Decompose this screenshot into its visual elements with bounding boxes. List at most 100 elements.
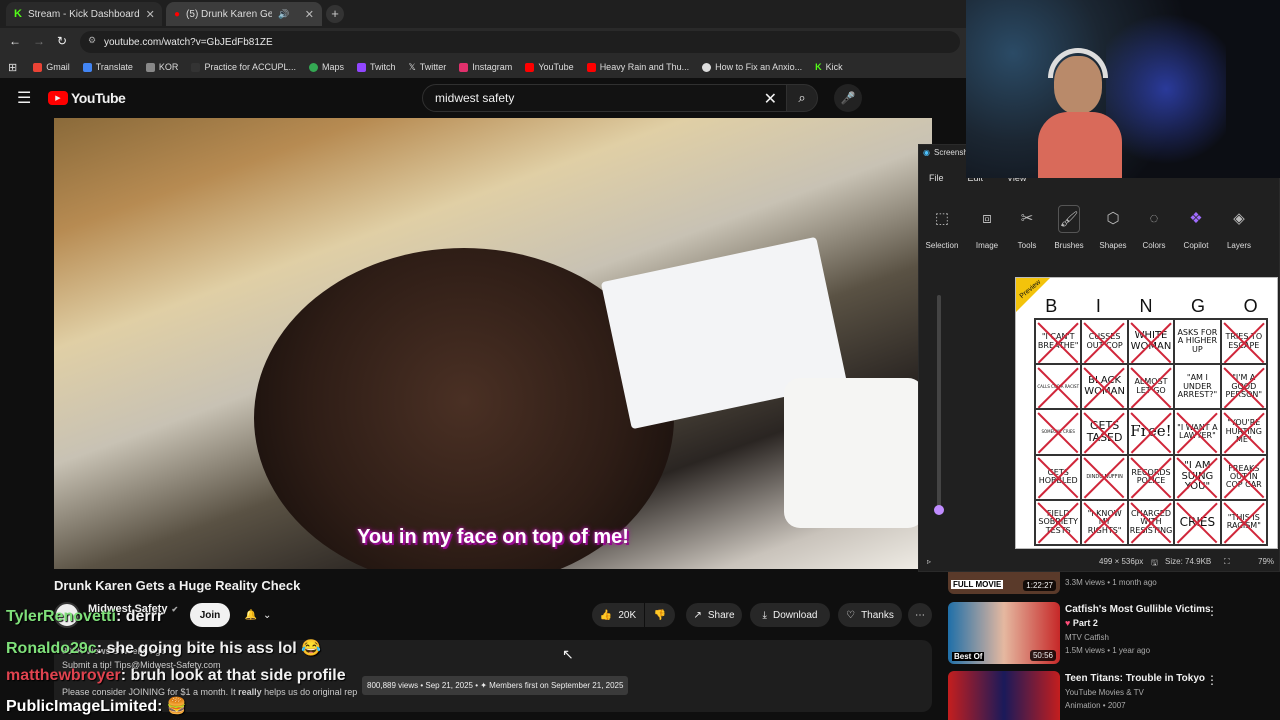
bingo-letter: O (1243, 296, 1258, 316)
palette-icon: ◌ (1149, 210, 1159, 227)
video-caption: You in my face on top of me! (357, 526, 629, 548)
mic-icon: 🎤 (840, 91, 856, 105)
video-thumbnail[interactable] (948, 671, 1060, 720)
tool-colors[interactable]: ◌ Colors (1132, 205, 1176, 250)
thumbs-up-icon: 👍 (599, 609, 613, 621)
search-icon: ⌕ (798, 90, 806, 105)
video-title: Catfish's Most Gullible Victims (1065, 604, 1211, 615)
chat-message: TylerRenovetti: derrr (6, 608, 163, 626)
clear-search-icon[interactable]: ✕ (764, 89, 777, 109)
bookmark-heavy-rain[interactable]: Heavy Rain and Thu... (586, 62, 689, 72)
translate-icon (82, 62, 92, 72)
brush-size-slider[interactable] (934, 295, 944, 515)
video-thumbnail[interactable]: FULL MOVIE 1:22:27 (948, 572, 1060, 594)
tool-label: Selection (925, 241, 959, 250)
thanks-label: Thanks (861, 609, 894, 621)
bookmark-youtube[interactable]: YouTube (525, 62, 574, 72)
bookmark-kor[interactable]: KOR (145, 62, 178, 72)
bookmark-anxiety[interactable]: How to Fix an Anxio... (702, 62, 802, 72)
video-thumbnail[interactable]: Best Of 50:56 (948, 602, 1060, 664)
bingo-cell: Free! (1127, 409, 1175, 455)
bingo-letter: I (1095, 296, 1101, 316)
bookmark-instagram[interactable]: Instagram (459, 62, 512, 72)
tool-layers[interactable]: ◈ Layers (1217, 205, 1261, 250)
chat-message: PublicImageLimited: 🍔 (6, 696, 187, 716)
bingo-cell: FREAKS OUT IN COP CAR (1220, 454, 1267, 500)
tool-copilot[interactable]: ❖ Copilot (1174, 205, 1218, 250)
browser-tab-bar: K Stream - Kick Dashboard ✕ ● (5) Drunk … (0, 0, 966, 28)
bingo-cell: "I KNOW MY RIGHTS" (1081, 499, 1128, 545)
bingo-cell: "THIS IS RACISM" (1220, 499, 1267, 545)
thanks-button[interactable]: ♡ Thanks (838, 603, 902, 627)
close-tab-icon[interactable]: ✕ (146, 8, 155, 21)
dislike-button[interactable]: 👎 (645, 603, 675, 627)
menu-icon[interactable]: ☰ (17, 88, 31, 108)
bookmark-twitter[interactable]: 𝕏 Twitter (409, 62, 447, 73)
tool-shapes[interactable]: ⬡ Shapes (1091, 205, 1135, 250)
back-icon[interactable]: ← (9, 34, 21, 48)
bell-icon: 🔔 (244, 609, 258, 621)
pointer-icon: ▹ (927, 557, 932, 566)
chat-username: Ronaldo29c (6, 640, 97, 657)
heart-icon: ♥ (1065, 618, 1073, 628)
tab-youtube-video[interactable]: ● (5) Drunk Karen Gets a Hug 🔊 ✕ (166, 2, 322, 26)
menu-file[interactable]: File (929, 173, 944, 183)
tool-brushes[interactable]: 🖌 Brushes (1047, 205, 1091, 250)
tab-kick-dashboard[interactable]: K Stream - Kick Dashboard ✕ (6, 2, 162, 26)
tool-tools[interactable]: ✂ Tools (1005, 205, 1049, 250)
reload-icon[interactable]: ↻ (57, 34, 67, 48)
gmail-icon (33, 62, 43, 72)
zoom-level[interactable]: 79% (1258, 557, 1274, 566)
address-bar-row: ← → ↻ ⚙ youtube.com/watch?v=GbJEdFb81ZE (0, 28, 966, 56)
bookmark-gmail[interactable]: Gmail (33, 62, 70, 72)
join-button[interactable]: Join (190, 603, 230, 627)
tool-selection[interactable]: ⬚ Selection (920, 205, 964, 250)
more-actions-button[interactable]: ⋯ (908, 603, 932, 627)
youtube-icon: ● (174, 8, 181, 20)
bookmark-accuplacer[interactable]: Practice for ACCUPL... (191, 62, 296, 72)
voice-search-button[interactable]: 🎤 (834, 84, 862, 112)
site-info-icon[interactable]: ⚙ (88, 35, 96, 46)
search-button[interactable]: ⌕ (786, 84, 818, 112)
bingo-letter: G (1191, 296, 1206, 316)
bookmark-twitch[interactable]: Twitch (356, 62, 396, 72)
bookmark-kick[interactable]: K Kick (815, 62, 843, 72)
full-movie-badge: FULL MOVIE (951, 580, 1004, 589)
bingo-cell: GETS HOBBLED (1035, 454, 1082, 500)
slider-thumb[interactable] (934, 505, 944, 515)
new-tab-button[interactable]: + (326, 5, 344, 23)
share-icon: ↗ (693, 609, 702, 621)
more-options-icon[interactable]: ⋮ (1206, 673, 1218, 687)
verified-icon: ✔ (171, 604, 179, 614)
search-value: midwest safety (435, 91, 515, 105)
share-button[interactable]: ↗ Share (686, 603, 742, 627)
bingo-cell: RECORDS POLICE (1127, 454, 1175, 500)
bookmark-translate[interactable]: Translate (82, 62, 133, 72)
bingo-cell: "I CAN'T BREATHE" (1035, 319, 1082, 365)
search-input[interactable]: midwest safety ✕ (422, 84, 788, 112)
youtube-logo[interactable]: ▶ YouTube (48, 90, 126, 106)
tool-image[interactable]: ⧈ Image (965, 205, 1009, 250)
video-player[interactable]: You in my face on top of me! (54, 118, 932, 569)
chat-username: PublicImageLimited (6, 698, 158, 715)
url-input[interactable]: ⚙ youtube.com/watch?v=GbJEdFb81ZE (80, 31, 960, 53)
video-subtitle: Part 2 (1072, 618, 1098, 628)
apps-grid-icon[interactable]: ⊞ (8, 61, 17, 74)
selection-icon: ⬚ (934, 210, 950, 227)
bookmark-label: Translate (95, 62, 133, 72)
bingo-cell: SOMEONE CRIES (1035, 409, 1082, 455)
download-button[interactable]: ⤓ Download (750, 603, 830, 627)
bookmark-maps[interactable]: Maps (308, 62, 344, 72)
fit-icon[interactable]: ⛶ (1224, 557, 1230, 567)
subscribe-bell-button[interactable]: 🔔 ⌄ (236, 603, 280, 627)
audio-icon[interactable]: 🔊 (278, 9, 289, 20)
like-count: 20K (618, 609, 637, 621)
close-tab-icon[interactable]: ✕ (305, 8, 314, 21)
more-options-icon[interactable]: ⋮ (1206, 604, 1218, 618)
youtube-header: ☰ ▶ YouTube midwest safety ✕ ⌕ 🎤 (0, 78, 966, 118)
video-meta: Animation • 2007 (1065, 701, 1126, 710)
like-button[interactable]: 👍 20K (592, 603, 644, 627)
forward-icon[interactable]: → (33, 34, 45, 48)
chat-username: TylerRenovetti (6, 608, 116, 625)
chat-message: Ronaldo29c: she going bite his ass lol 😂 (6, 638, 321, 658)
